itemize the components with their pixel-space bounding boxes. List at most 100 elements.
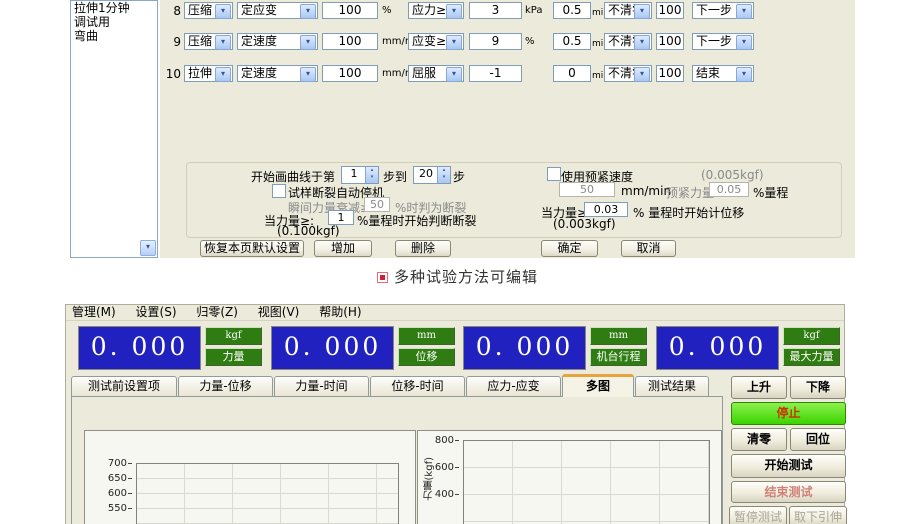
mode-select[interactable]: 压缩▾: [184, 33, 233, 50]
tab-displacement-time[interactable]: 位移-时间: [370, 376, 465, 396]
condition-value-input[interactable]: -1: [469, 65, 522, 82]
condition-select[interactable]: 应变≥▾: [408, 33, 464, 50]
dwell-input[interactable]: 0: [553, 65, 591, 82]
restore-defaults-button[interactable]: 恢复本页默认设置: [200, 240, 304, 257]
step-number: 8: [161, 4, 181, 18]
menu-manage[interactable]: 管理(M): [72, 305, 116, 320]
end-test-button[interactable]: 结束测试: [731, 481, 846, 503]
clear-select[interactable]: 不清零▾: [604, 2, 652, 19]
remove-extensometer-button[interactable]: 取下引伸计: [789, 506, 847, 524]
chevron-down-icon[interactable]: ▾: [215, 67, 231, 82]
condition-value: 应变≥: [412, 34, 446, 48]
condition-select[interactable]: 应力≥▾: [408, 2, 464, 19]
draw-from-value: 1: [342, 167, 366, 181]
pause-test-button[interactable]: 暂停测试: [729, 506, 787, 524]
condition-value-input[interactable]: 9: [469, 33, 522, 50]
dwell-input[interactable]: 0.5: [553, 2, 591, 19]
spinner-arrows-icon[interactable]: ▴▾: [437, 167, 450, 183]
tab-pretest-settings[interactable]: 测试前设置项: [71, 376, 177, 396]
chevron-down-icon[interactable]: ▾: [446, 67, 462, 82]
home-button[interactable]: 回位: [790, 428, 846, 451]
chevron-down-icon[interactable]: ▾: [300, 67, 316, 82]
y-tick: 650: [104, 473, 132, 484]
stop-button[interactable]: 停止: [731, 402, 846, 425]
spinner-arrows-icon[interactable]: ▴▾: [365, 167, 378, 183]
draw-to-spinner[interactable]: 20 ▴▾: [413, 166, 451, 184]
zero-button[interactable]: 清零: [731, 428, 787, 451]
chevron-down-icon[interactable]: ▾: [446, 35, 462, 50]
chevron-down-icon[interactable]: ▾: [446, 4, 462, 19]
disp-force-note: (0.003kgf): [553, 217, 616, 231]
menu-help[interactable]: 帮助(H): [319, 305, 361, 320]
menu-view[interactable]: 视图(V): [258, 305, 300, 320]
tab-force-time[interactable]: 力量-时间: [274, 376, 369, 396]
condition-value-input[interactable]: 3: [469, 2, 522, 19]
step-row: 9 压缩▾ 定速度▾ 100 mm/min 应变≥▾ 9 % 0.5 min 不…: [160, 33, 855, 50]
display-force: 0. 000 kgf 力量: [78, 322, 264, 372]
break-decay-input[interactable]: 50: [364, 197, 390, 212]
up-button[interactable]: 上升: [731, 376, 787, 399]
chevron-down-icon[interactable]: ▾: [736, 4, 752, 19]
unit-plate: mm: [590, 327, 647, 345]
value-input[interactable]: 100: [322, 33, 378, 50]
tab-stress-strain[interactable]: 应力-应变: [466, 376, 561, 396]
clear-select[interactable]: 不清零▾: [604, 33, 652, 50]
delete-button[interactable]: 删除: [395, 240, 451, 257]
range-input[interactable]: 100: [656, 65, 684, 82]
chevron-down-icon[interactable]: ▾: [736, 35, 752, 50]
chevron-down-icon[interactable]: ▾: [215, 4, 231, 19]
chevron-down-icon[interactable]: ▾: [634, 4, 650, 19]
mode-select[interactable]: 压缩▾: [184, 2, 233, 19]
control-select[interactable]: 定速度▾: [237, 65, 318, 82]
menu-zero[interactable]: 归零(Z): [196, 305, 238, 320]
dwell-input[interactable]: 0.5: [553, 33, 591, 50]
scrollbar-down-button[interactable]: ▾: [140, 240, 156, 256]
disp-force-input[interactable]: 0.03: [584, 202, 628, 217]
method-list-item[interactable]: 拉伸1分钟: [71, 1, 157, 15]
next-step-select[interactable]: 结束▾: [692, 65, 754, 82]
value-input[interactable]: 100: [322, 2, 378, 19]
add-button[interactable]: 增加: [314, 240, 372, 257]
mode-value: 拉伸: [188, 66, 212, 80]
method-listbox[interactable]: 拉伸1分钟 调试用 弯曲 ▾: [70, 0, 158, 258]
tab-multi-chart[interactable]: 多图: [562, 374, 634, 397]
chevron-down-icon[interactable]: ▾: [215, 35, 231, 50]
tab-force-displacement[interactable]: 力量-位移: [178, 376, 273, 396]
y-tick: 700: [104, 458, 132, 469]
method-list-item[interactable]: 弯曲: [71, 29, 157, 43]
control-select[interactable]: 定应变▾: [237, 2, 318, 19]
preload-force-input[interactable]: 0.05: [709, 182, 749, 197]
menu-settings[interactable]: 设置(S): [136, 305, 177, 320]
draw-from-spinner[interactable]: 1 ▴▾: [341, 166, 379, 184]
chevron-down-icon[interactable]: ▾: [300, 4, 316, 19]
next-step-select[interactable]: 下一步▾: [692, 33, 754, 50]
control-select[interactable]: 定速度▾: [237, 33, 318, 50]
range-input[interactable]: 100: [656, 33, 684, 50]
break-force-note: (0.100kgf): [277, 224, 340, 238]
value-unit: %: [382, 5, 392, 16]
next-step-select[interactable]: 下一步▾: [692, 2, 754, 19]
preload-speed-input[interactable]: 50: [559, 182, 615, 197]
chevron-down-icon[interactable]: ▾: [634, 67, 650, 82]
caption-text: 多种试验方法可编辑: [394, 266, 538, 287]
y-tick: 600: [431, 462, 459, 473]
clear-select[interactable]: 不清零▾: [604, 65, 652, 82]
mode-select[interactable]: 拉伸▾: [184, 65, 233, 82]
preload-checkbox[interactable]: [547, 167, 561, 181]
condition-select[interactable]: 屈服▾: [408, 65, 464, 82]
condition-unit: %: [525, 36, 535, 47]
ok-button[interactable]: 确定: [541, 240, 598, 257]
break-force-input[interactable]: 1: [328, 210, 354, 225]
chevron-down-icon[interactable]: ▾: [634, 35, 650, 50]
tab-test-results[interactable]: 测试结果: [635, 376, 709, 396]
chevron-down-icon[interactable]: ▾: [736, 67, 752, 82]
method-list-item[interactable]: 调试用: [71, 15, 157, 29]
value-input[interactable]: 100: [322, 65, 378, 82]
chevron-down-icon[interactable]: ▾: [300, 35, 316, 50]
cancel-button[interactable]: 取消: [621, 240, 676, 257]
range-input[interactable]: 100: [656, 2, 684, 19]
display-max-force: 0. 000 kgf 最大力量: [656, 322, 842, 372]
break-autostop-checkbox[interactable]: [272, 184, 286, 198]
start-test-button[interactable]: 开始测试: [731, 454, 846, 478]
down-button[interactable]: 下降: [790, 376, 846, 399]
